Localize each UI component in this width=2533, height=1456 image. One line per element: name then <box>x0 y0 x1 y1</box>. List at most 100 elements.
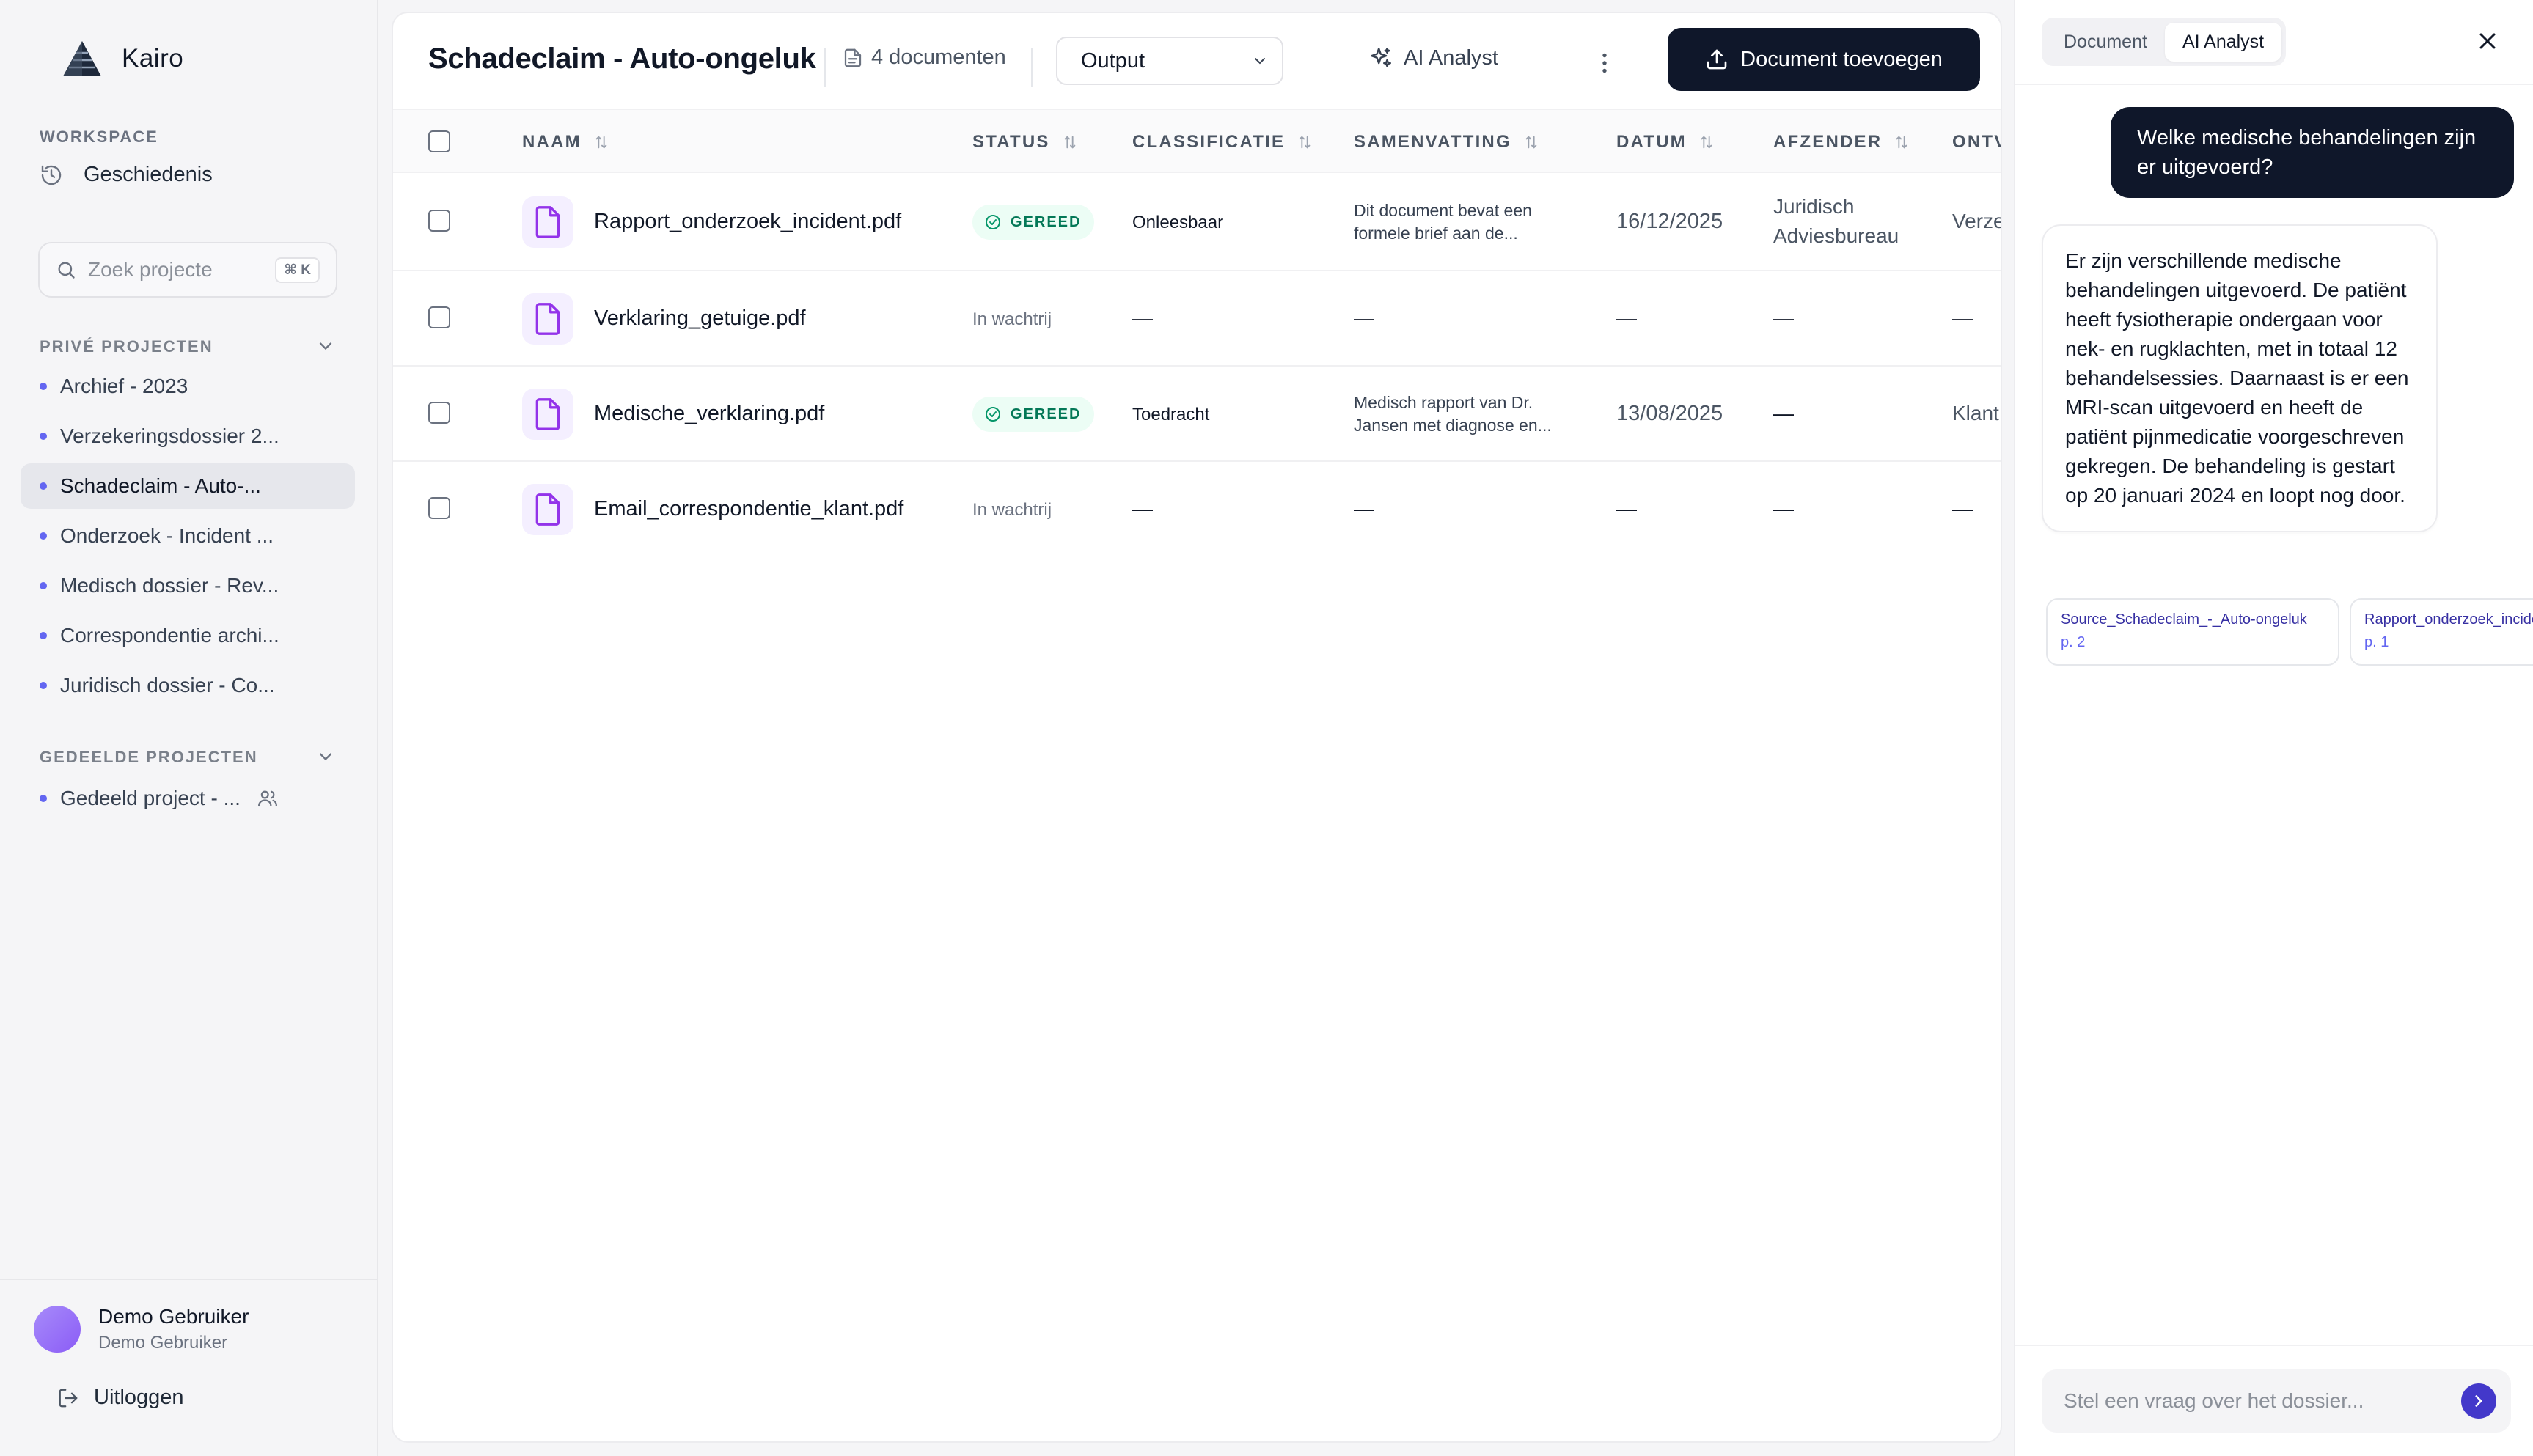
user-name: Demo Gebruiker <box>98 1305 249 1328</box>
column-label: STATUS <box>972 132 1050 152</box>
project-dot <box>40 795 47 802</box>
table-row[interactable]: Verklaring_getuige.pdf In wachtrij — — —… <box>393 271 2001 367</box>
column-header-receiver[interactable]: ONTV <box>1952 110 2001 174</box>
column-header-date[interactable]: DATUM <box>1616 110 1715 174</box>
project-item[interactable]: Medisch dossier - Rev... <box>21 563 355 608</box>
sparkles-icon <box>1371 48 1391 67</box>
collapse-private-chevron-icon[interactable] <box>315 336 336 356</box>
project-item-active[interactable]: Schadeclaim - Auto-... <box>21 463 355 509</box>
project-item[interactable]: Verzekeringsdossier 2... <box>21 413 355 459</box>
kairo-logo-icon <box>63 41 101 76</box>
table-row[interactable]: Email_correspondentie_klant.pdf In wacht… <box>393 462 2001 557</box>
source-name: Source_Schadeclaim_-_Auto-ongeluk <box>2061 611 2307 628</box>
ai-analyst-button[interactable]: AI Analyst <box>1368 45 1498 70</box>
receiver: Klant <box>1952 402 1999 424</box>
sidebar: Kairo WORKSPACE Geschiedenis ⌘ K PRIVÉ P… <box>0 0 378 1456</box>
sender: — <box>1773 497 1794 520</box>
ai-message: Er zijn verschillende medische behandeli… <box>2042 224 2438 532</box>
row-checkbox[interactable] <box>428 402 450 424</box>
collapse-shared-chevron-icon[interactable] <box>315 746 336 767</box>
chat-input-box[interactable] <box>2042 1369 2511 1433</box>
sender: — <box>1773 306 1794 329</box>
pdf-file-icon <box>535 303 560 335</box>
project-dot <box>40 632 47 639</box>
file-name[interactable]: Verklaring_getuige.pdf <box>594 306 806 331</box>
logout-button[interactable]: Uitloggen <box>57 1386 184 1410</box>
ai-analyst-panel: Document AI Analyst Welke medische behan… <box>2014 0 2533 1456</box>
close-icon[interactable] <box>2474 28 2501 54</box>
panel-tabs: Document AI Analyst <box>2042 18 2287 66</box>
history-link[interactable]: Geschiedenis <box>40 163 213 187</box>
file-icon-wrapper <box>522 293 573 345</box>
add-document-label: Document toevoegen <box>1740 47 1943 71</box>
workspace-label: WORKSPACE <box>40 128 158 146</box>
sender: Juridisch Adviesbureau <box>1773 195 1899 247</box>
project-dot <box>40 532 47 540</box>
tab-document[interactable]: Document <box>2046 23 2165 62</box>
chat-input[interactable] <box>2064 1389 2445 1413</box>
project-label: Juridisch dossier - Co... <box>60 674 275 696</box>
column-header-status[interactable]: STATUS <box>972 110 1078 174</box>
select-all-checkbox[interactable] <box>428 130 450 152</box>
source-card[interactable]: Source_Schadeclaim_-_Auto-ongeluk p. 2 <box>2046 598 2339 666</box>
divider <box>1031 48 1033 87</box>
project-item[interactable]: Correspondentie archi... <box>21 613 355 658</box>
project-search[interactable]: ⌘ K <box>38 242 337 298</box>
row-checkbox[interactable] <box>428 497 450 519</box>
history-icon <box>41 165 62 185</box>
history-label: Geschiedenis <box>84 163 213 186</box>
project-dot <box>40 682 47 689</box>
user-divider <box>0 1279 378 1280</box>
project-item[interactable]: Juridisch dossier - Co... <box>21 663 355 708</box>
column-header-summary[interactable]: SAMENVATTING <box>1354 110 1539 174</box>
pdf-file-icon <box>535 398 560 430</box>
column-header-name[interactable]: NAAM <box>522 110 609 174</box>
source-card[interactable]: Rapport_onderzoek_incident.pdf p. 1 <box>2350 598 2533 666</box>
project-label: Gedeeld project - ... <box>60 787 241 809</box>
project-item[interactable]: Archief - 2023 <box>21 364 355 409</box>
more-options-icon[interactable] <box>1591 48 1618 78</box>
date: — <box>1616 497 1637 520</box>
search-shortcut: ⌘ K <box>275 257 320 283</box>
send-button[interactable] <box>2461 1383 2496 1419</box>
row-checkbox[interactable] <box>428 210 450 232</box>
document-count: 4 documenten <box>842 45 1006 70</box>
file-icon-wrapper <box>522 196 573 248</box>
add-document-button[interactable]: Document toevoegen <box>1668 28 1980 91</box>
private-projects-label: PRIVÉ PROJECTEN <box>40 337 213 356</box>
chevron-down-icon <box>1255 58 1265 65</box>
file-name[interactable]: Medische_verklaring.pdf <box>594 402 824 426</box>
user-profile[interactable]: Demo Gebruiker Demo Gebruiker <box>34 1305 249 1353</box>
output-select[interactable]: Output <box>1056 37 1283 85</box>
tab-ai-analyst[interactable]: AI Analyst <box>2164 22 2282 62</box>
table-row[interactable]: Rapport_onderzoek_incident.pdf GEREED On… <box>393 173 2001 271</box>
column-header-classification[interactable]: CLASSIFICATIE <box>1132 110 1313 174</box>
column-header-sender[interactable]: AFZENDER <box>1773 110 1910 174</box>
project-dot <box>40 482 47 490</box>
summary: — <box>1354 306 1374 329</box>
app-logo[interactable]: Kairo <box>60 37 183 81</box>
project-search-input[interactable] <box>88 258 257 282</box>
shared-project-item[interactable]: Gedeeld project - ... <box>21 776 355 821</box>
pdf-file-icon <box>535 206 560 238</box>
project-label: Schadeclaim - Auto-... <box>60 474 261 497</box>
classification: — <box>1132 306 1153 329</box>
column-label: CLASSIFICATIE <box>1132 132 1286 152</box>
column-label: SAMENVATTING <box>1354 132 1511 152</box>
table-row[interactable]: Medische_verklaring.pdf GEREED Toedracht… <box>393 367 2001 462</box>
file-name[interactable]: Rapport_onderzoek_incident.pdf <box>594 210 901 234</box>
table-header: NAAM STATUS CLASSIFICATIE SAMENVATTING D… <box>393 109 2001 173</box>
document-icon <box>844 48 862 67</box>
project-label: Onderzoek - Incident ... <box>60 524 274 547</box>
project-label: Verzekeringsdossier 2... <box>60 424 279 447</box>
sort-icon <box>1299 136 1311 149</box>
avatar <box>34 1306 81 1353</box>
file-name[interactable]: Email_correspondentie_klant.pdf <box>594 497 903 521</box>
project-item[interactable]: Onderzoek - Incident ... <box>21 513 355 559</box>
source-name: Rapport_onderzoek_incident.pdf <box>2364 611 2533 628</box>
logout-label: Uitloggen <box>94 1386 184 1409</box>
upload-icon <box>1707 49 1727 70</box>
file-icon-wrapper <box>522 389 573 440</box>
row-checkbox[interactable] <box>428 306 450 328</box>
summary: Dit document bevat een formele brief aan… <box>1354 201 1532 243</box>
